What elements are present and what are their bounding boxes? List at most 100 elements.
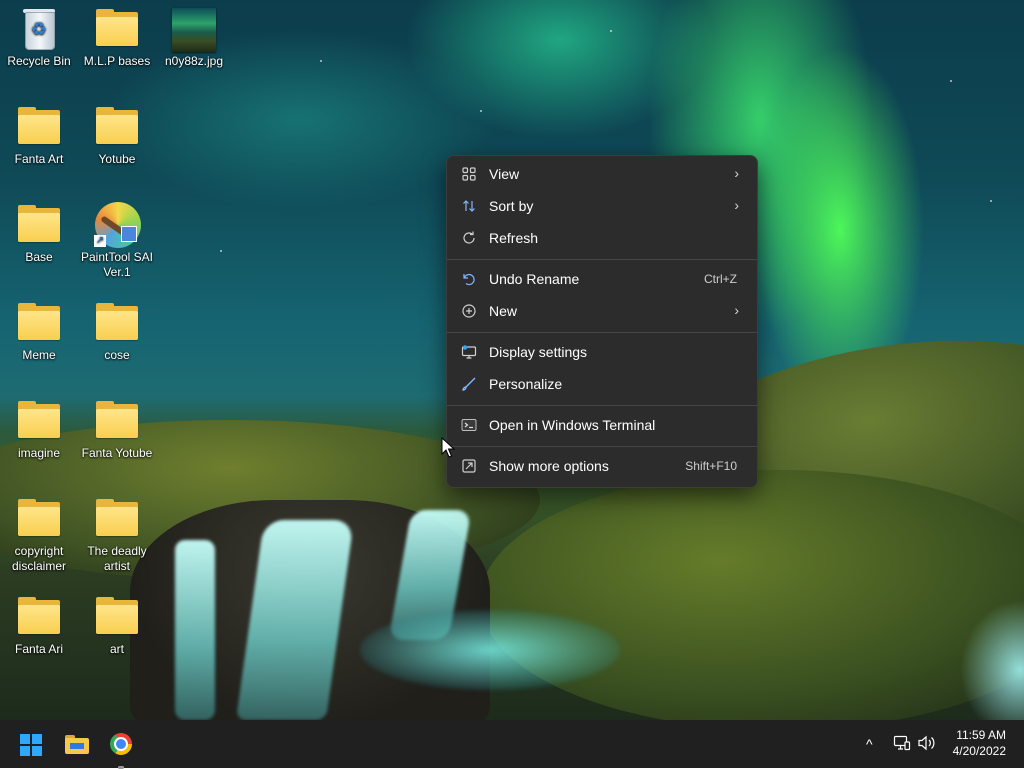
folder-icon: [15, 496, 63, 542]
show-hidden-icons-button[interactable]: ^: [866, 734, 873, 754]
desktop-icon-base[interactable]: Base: [0, 202, 78, 265]
grid-view-icon: [461, 166, 477, 182]
desktop-icon-label: n0y88z.jpg: [164, 54, 224, 68]
star: [610, 30, 612, 32]
volume-icon: [918, 735, 935, 751]
desktop-icon-label: Fanta Yotube: [81, 446, 153, 460]
volume-button[interactable]: [917, 734, 937, 757]
folder-icon: [93, 104, 141, 150]
folder-icon: [15, 300, 63, 346]
desktop-icon-mlp-bases[interactable]: M.L.P bases: [78, 6, 156, 69]
desktop-icon-fanta-ari[interactable]: Fanta Ari: [0, 594, 78, 657]
system-clock[interactable]: 11:59 AM 4/20/2022: [953, 727, 1006, 759]
wallpaper-waterfall: [175, 540, 215, 720]
chevron-up-icon: ^: [866, 736, 873, 752]
desktop-icon-imagine[interactable]: imagine: [0, 398, 78, 461]
chevron-right-icon: ›: [734, 197, 739, 213]
folder-icon: [15, 104, 63, 150]
menu-item-label: View: [489, 166, 520, 182]
desktop-icon-fanta-art[interactable]: Fanta Art: [0, 104, 78, 167]
menu-item-label: Personalize: [489, 376, 563, 392]
menu-separator: [447, 405, 757, 406]
menu-separator: [447, 332, 757, 333]
menu-item-label: Show more options: [489, 458, 609, 474]
desktop-icon-label: Recycle Bin: [7, 54, 71, 68]
desktop-icon-fanta-yotube[interactable]: Fanta Yotube: [78, 398, 156, 461]
desktop-icon-label: art: [109, 642, 124, 656]
menu-item-label: Undo Rename: [489, 271, 580, 287]
desktop-icon-label: PaintTool SAI Ver.1: [80, 250, 154, 279]
taskbar: ^ 11:59 AM 4/20/2022: [0, 720, 1024, 769]
star: [320, 60, 322, 62]
desktop-icon-meme[interactable]: Meme: [0, 300, 78, 363]
folder-icon: [15, 202, 63, 248]
menu-item-undo-rename[interactable]: Undo Rename Ctrl+Z: [451, 264, 753, 294]
desktop-icon-label: Fanta Ari: [14, 642, 64, 656]
wallpaper-pool: [360, 610, 620, 690]
start-button[interactable]: [16, 728, 48, 760]
clock-time: 11:59 AM: [956, 728, 1006, 742]
desktop-icon-cose[interactable]: cose: [78, 300, 156, 363]
clock-date: 4/20/2022: [952, 744, 1006, 758]
sort-icon: [461, 198, 477, 214]
chrome-button[interactable]: [105, 728, 137, 769]
brush-icon: [461, 376, 477, 392]
star: [990, 200, 992, 202]
folder-icon: [15, 398, 63, 444]
chevron-right-icon: ›: [734, 302, 739, 318]
desktop-icon-label: imagine: [17, 446, 61, 460]
desktop-icon-label: Fanta Art: [14, 152, 64, 166]
folder-icon: [93, 398, 141, 444]
star: [950, 80, 952, 82]
desktop-icon-painttool-sai[interactable]: ↗ PaintTool SAI Ver.1: [78, 202, 156, 280]
menu-item-label: Open in Windows Terminal: [489, 417, 656, 433]
folder-icon: [93, 6, 141, 52]
menu-item-sort-by[interactable]: Sort by ›: [451, 191, 753, 221]
network-button[interactable]: [893, 734, 911, 757]
menu-item-personalize[interactable]: Personalize: [451, 369, 753, 399]
display-icon: [461, 344, 477, 360]
network-icon: [893, 735, 911, 751]
desktop-icon-art[interactable]: art: [78, 594, 156, 657]
file-explorer-button[interactable]: [61, 728, 93, 760]
desktop-icon-label: The deadly artist: [87, 544, 147, 573]
desktop-icon-label: Base: [25, 250, 53, 264]
folder-icon: [15, 594, 63, 640]
undo-icon: [461, 271, 477, 287]
menu-item-shortcut: Shift+F10: [685, 459, 737, 473]
menu-item-show-more-options[interactable]: Show more options Shift+F10: [451, 451, 753, 481]
shortcut-arrow-icon: ↗: [94, 235, 106, 247]
menu-item-label: Sort by: [489, 198, 534, 214]
refresh-icon: [461, 230, 477, 246]
desktop-icon-n0y88z-jpg[interactable]: n0y88z.jpg: [155, 6, 233, 69]
painttool-sai-icon: ↗: [93, 202, 141, 248]
desktop-icon-the-deadly-artist[interactable]: The deadly artist: [78, 496, 156, 574]
menu-item-view[interactable]: View ›: [451, 159, 753, 189]
desktop-icon-label: cose: [104, 348, 130, 362]
menu-item-refresh[interactable]: Refresh: [451, 223, 753, 253]
terminal-icon: [461, 417, 477, 433]
image-file-icon: [170, 6, 218, 52]
recycle-bin-icon: ♻: [15, 6, 63, 52]
desktop-icon-label: copyright disclaimer: [11, 544, 66, 573]
windows-start-icon: [20, 734, 44, 758]
desktop-icon-yotube[interactable]: Yotube: [78, 104, 156, 167]
menu-item-open-in-windows-terminal[interactable]: Open in Windows Terminal: [451, 410, 753, 440]
desktop-icon-label: M.L.P bases: [83, 54, 151, 68]
menu-separator: [447, 446, 757, 447]
desktop-icon-copyright-disclaimer[interactable]: copyright disclaimer: [0, 496, 78, 574]
desktop-icon-recycle-bin[interactable]: ♻ Recycle Bin: [0, 6, 78, 69]
menu-separator: [447, 259, 757, 260]
desktop-icon-label: Yotube: [98, 152, 136, 166]
chevron-right-icon: ›: [734, 165, 739, 181]
menu-item-new[interactable]: New ›: [451, 296, 753, 326]
plus-circle-icon: [461, 303, 477, 319]
star: [220, 250, 222, 252]
menu-item-label: Display settings: [489, 344, 588, 360]
menu-item-display-settings[interactable]: Display settings: [451, 337, 753, 367]
menu-item-label: New: [489, 303, 518, 319]
more-options-icon: [461, 458, 477, 474]
menu-item-label: Refresh: [489, 230, 539, 246]
desktop-icon-label: Meme: [22, 348, 56, 362]
folder-icon: [93, 496, 141, 542]
